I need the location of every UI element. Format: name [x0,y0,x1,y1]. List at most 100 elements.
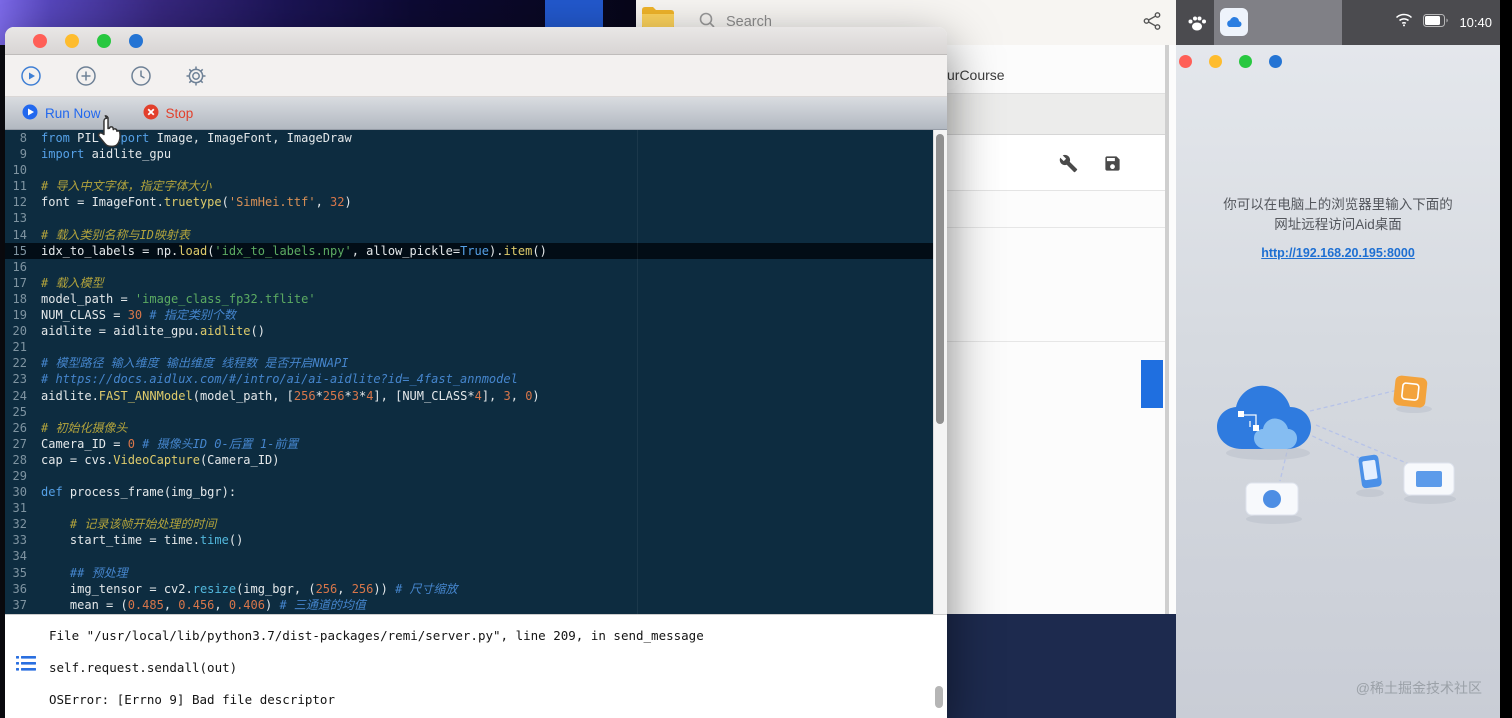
line-number: 11 [12,179,27,194]
pin-window-button[interactable] [1269,55,1282,68]
line-number: 25 [12,404,27,419]
page-divider [947,227,1165,228]
code-text: # 记录该帧开始处理的时间 [69,517,217,532]
line-number: 17 [12,275,27,290]
code-line-18: 18 model_path = 'image_class_fp32.tflite' [5,291,947,307]
code-lines: 8 from PIL import Image, ImageFont, Image… [5,130,947,613]
page-section-bar [947,93,1165,135]
code-text: ## 预处理 [69,565,128,580]
ide-window: Run Now Stop 8 from PIL import Image, Ima… [5,27,947,718]
code-line-19: 19 NUM_CLASS = 30 # 指定类别个数 [5,307,947,323]
console-output: File "/usr/local/lib/python3.7/dist-pack… [49,620,923,716]
console-line: File "/usr/local/lib/python3.7/dist-pack… [49,628,704,643]
code-line-28: 28 cap = cvs.VideoCapture(Camera_ID) [5,452,947,468]
page-scrollbar[interactable] [1165,45,1169,614]
line-number: 30 [12,485,27,500]
code-text: mean = (0.485, 0.456, 0.406) # 三通道的均值 [41,597,366,612]
line-number: 24 [12,388,27,403]
code-line-26: 26 # 初始化摄像头 [5,420,947,436]
line-number: 21 [12,340,27,355]
status-time: 10:40 [1459,15,1492,30]
aidlux-logo-icon [1186,13,1208,38]
console-line: self.request.sendall(out) [49,660,238,675]
zoom-button[interactable] [97,34,111,48]
line-number: 13 [12,211,27,226]
code-text: font = ImageFont.truetype('SimHei.ttf', … [41,195,352,210]
code-text: # 初始化摄像头 [41,420,128,435]
code-text: img_tensor = cv2.resize(img_bgr, (256, 2… [41,581,458,596]
zoom-button[interactable] [1239,55,1252,68]
line-number: 15 [12,243,27,258]
battery-icon [1423,13,1449,32]
run-circle-icon[interactable] [20,65,42,87]
column-ruler [637,130,638,614]
line-number: 29 [12,468,27,483]
code-text: aidlite.FAST_ANNModel(model_path, [256*2… [41,388,540,403]
editor-scrollbar-thumb[interactable] [936,134,944,424]
wrench-icon[interactable] [1059,154,1078,178]
history-icon[interactable] [130,65,152,87]
ide-toolbar [5,55,947,97]
code-line-17: 17 # 载入模型 [5,275,947,291]
code-line-22: 22 # 模型路径 输入维度 输出维度 线程数 是否开启NNAPI [5,355,947,371]
page-divider [947,341,1165,342]
code-line-20: 20 aidlite = aidlite_gpu.aidlite() [5,323,947,339]
code-text: import aidlite_gpu [41,147,172,162]
console-line: OSError: [Errno 9] Bad file descriptor [49,692,335,707]
code-line-33: 33 start_time = time.time() [5,532,947,548]
code-text: # 导入中文字体，指定字体大小 [41,179,212,194]
share-icon[interactable] [1142,11,1162,36]
code-line-37: 37 mean = (0.485, 0.456, 0.406) # 三通道的均值 [5,597,947,613]
settings-gear-icon[interactable] [185,65,207,87]
line-number: 8 [19,131,27,145]
code-text: # 载入模型 [41,275,104,290]
code-text: from PIL import Image, ImageFont, ImageD… [41,131,352,145]
code-line-15: 15 idx_to_labels = np.load('idx_to_labels… [5,242,947,259]
code-line-16: 16 [5,259,947,275]
code-editor[interactable]: 8 from PIL import Image, ImageFont, Image… [5,130,947,614]
line-number: 19 [12,308,27,323]
pin-window-button[interactable] [129,34,143,48]
console-log-icon[interactable] [16,655,36,675]
desktop: Search urCourse Run Now Stop 8 from PIL … [0,0,1512,718]
phone-mirror-panel: 10:40 你可以在电脑上的浏览器里输入下面的 网址远程访问Aid桌面 http… [1176,0,1512,718]
run-now-button[interactable]: Run Now [22,104,101,123]
close-button[interactable] [1179,55,1192,68]
code-line-27: 27 Camera_ID = 0 # 摄像头ID 0-后置 1-前置 [5,436,947,452]
line-number: 28 [12,452,27,467]
code-text: def process_frame(img_bgr): [41,485,237,500]
cloud-app-icon[interactable] [1220,8,1248,36]
line-number: 20 [12,324,27,339]
save-icon[interactable] [1103,154,1122,178]
minimize-button[interactable] [65,34,79,48]
code-text: NUM_CLASS = 30 # 指定类别个数 [41,308,236,323]
ide-titlebar[interactable] [5,27,947,55]
close-button[interactable] [33,34,47,48]
cloud-devices-illustration [1198,363,1478,548]
editor-scrollbar[interactable] [933,130,947,614]
line-number: 32 [12,517,27,532]
line-number: 10 [12,163,27,178]
remote-url-link[interactable]: http://192.168.20.195:8000 [1176,246,1500,260]
line-number: 26 [12,420,27,435]
console-scrollbar-thumb[interactable] [935,686,943,708]
code-line-35: 35 ## 预处理 [5,565,947,581]
minimize-button[interactable] [1209,55,1222,68]
add-icon[interactable] [75,65,97,87]
code-text: cap = cvs.VideoCapture(Camera_ID) [41,452,280,467]
code-line-32: 32 # 记录该帧开始处理的时间 [5,516,947,532]
code-text: idx_to_labels = np.load('idx_to_labels.n… [41,243,547,258]
stop-button[interactable]: Stop [143,104,193,123]
line-number: 37 [12,597,27,612]
code-line-8: 8 from PIL import Image, ImageFont, Image… [5,130,947,146]
wallpaper-window-fragment [545,0,603,27]
code-line-25: 25 [5,404,947,420]
line-number: 31 [12,501,27,516]
line-number: 36 [12,581,27,596]
run-now-label: Run Now [45,105,101,121]
page-blue-button[interactable] [1141,360,1163,408]
code-line-10: 10 [5,162,947,178]
code-line-9: 9 import aidlite_gpu [5,146,947,162]
